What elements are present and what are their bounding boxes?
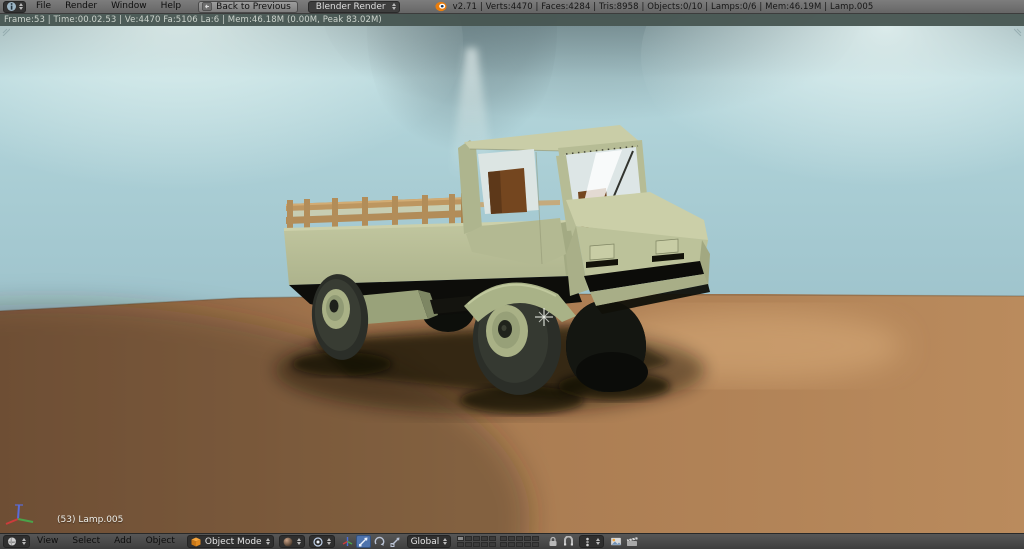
lock-to-scene-button[interactable] [545, 535, 560, 548]
pivot-point-icon [312, 536, 323, 547]
headlight-left [589, 243, 615, 261]
back-arrow-icon [202, 2, 212, 11]
mode-select-value: Object Mode [204, 536, 262, 547]
stepper-icon [596, 538, 601, 545]
mode-select[interactable]: Object Mode [186, 535, 274, 548]
viewport-3d[interactable]: Frame:53 | Time:00.02.53 | Ve:4470 Fa:51… [0, 14, 1024, 533]
render-engine-select[interactable]: Blender Render [307, 0, 400, 13]
rendered-scene [0, 14, 1024, 533]
z-axis [17, 504, 20, 520]
editor-type-button[interactable] [3, 535, 30, 548]
editor-type-button[interactable] [3, 0, 26, 13]
menu-add[interactable]: Add [107, 535, 138, 548]
orientation-select[interactable]: Global [406, 535, 452, 548]
view3d-editor-icon [8, 537, 16, 546]
scene-statistics: v2.71 | Verts:4470 | Faces:4284 | Tris:8… [452, 1, 874, 12]
scale-manipulator-button[interactable] [388, 535, 403, 548]
layers-grid[interactable] [457, 536, 540, 547]
info-editor-icon [7, 2, 16, 11]
info-header: File Render Window Help Back to Previous… [0, 0, 1024, 14]
view3d-header: View Select Add Object Object Mode Globa… [0, 533, 1024, 549]
viewport-shading-icon [283, 537, 292, 546]
menu-view[interactable]: View [30, 535, 65, 548]
scale-manipulator-icon [390, 537, 400, 547]
menu-file[interactable]: File [29, 0, 58, 13]
snap-element-select[interactable] [579, 535, 605, 548]
lock-icon [549, 536, 557, 546]
translate-manipulator-icon [358, 537, 368, 547]
snap-element-icon [586, 537, 590, 546]
stepper-icon [391, 3, 396, 10]
snap-toggle-button[interactable] [561, 535, 576, 548]
rotate-manipulator-button[interactable] [372, 535, 387, 548]
translate-manipulator-button[interactable] [355, 535, 371, 548]
viewport-corner-widget[interactable] [1014, 28, 1022, 36]
stepper-icon [22, 538, 26, 545]
opengl-render-still-button[interactable] [608, 535, 623, 548]
back-to-previous-button[interactable]: Back to Previous [198, 0, 298, 13]
snap-magnet-icon [564, 536, 574, 546]
y-axis [17, 518, 34, 523]
stepper-icon [265, 538, 270, 545]
opengl-render-anim-icon [626, 537, 638, 546]
blender-window: File Render Window Help Back to Previous… [0, 0, 1024, 549]
menu-object[interactable]: Object [139, 535, 182, 548]
render-stats-bar: Frame:53 | Time:00.02.53 | Ve:4470 Fa:51… [0, 14, 1024, 26]
active-object-label: (53) Lamp.005 [57, 515, 124, 525]
render-stats-text: Frame:53 | Time:00.02.53 | Ve:4470 Fa:51… [4, 15, 382, 25]
stepper-icon [296, 538, 301, 545]
viewport-shading-select[interactable] [278, 535, 305, 548]
manipulator-toggle-button[interactable] [340, 535, 355, 548]
viewport-corner-widget[interactable] [2, 28, 10, 36]
pivot-point-select[interactable] [308, 535, 335, 548]
stepper-icon [19, 3, 23, 10]
manipulator-toggle-icon [342, 537, 352, 546]
x-axis [5, 518, 19, 525]
stepper-icon [326, 538, 331, 545]
render-engine-value: Blender Render [315, 1, 386, 12]
menu-help[interactable]: Help [154, 0, 189, 13]
rotate-manipulator-icon [374, 536, 384, 546]
menu-window[interactable]: Window [104, 0, 154, 13]
orientation-value: Global [410, 536, 440, 547]
blender-logo-icon [434, 1, 447, 12]
back-to-previous-label: Back to Previous [216, 1, 291, 12]
menu-select[interactable]: Select [65, 535, 107, 548]
menu-render[interactable]: Render [58, 0, 104, 13]
opengl-render-still-icon [610, 537, 622, 546]
opengl-render-anim-button[interactable] [624, 535, 639, 548]
object-mode-cube-icon [191, 537, 201, 546]
headlight-right [655, 238, 679, 255]
stepper-icon [443, 538, 448, 545]
mini-axis-gizmo [5, 504, 34, 525]
layer-cell-active[interactable] [457, 536, 465, 541]
